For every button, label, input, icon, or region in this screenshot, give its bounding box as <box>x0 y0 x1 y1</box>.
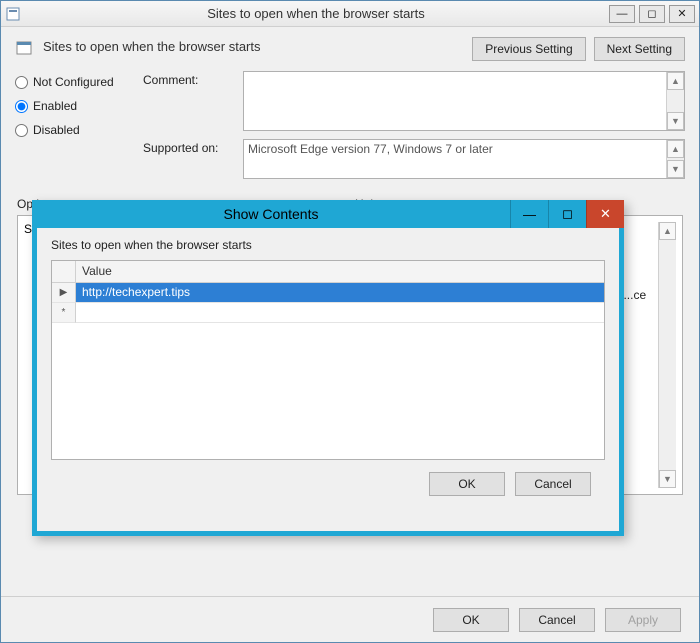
radio-enabled-input[interactable] <box>15 100 28 113</box>
grid-corner <box>52 261 76 282</box>
modal-titlebar: Show Contents — ◻ ✕ <box>32 200 624 228</box>
row-indicator-icon: ▶ <box>52 283 76 303</box>
comment-scrollbar[interactable]: ▲ ▼ <box>666 72 684 130</box>
scroll-up-icon[interactable]: ▲ <box>659 222 676 240</box>
modal-cancel-button[interactable]: Cancel <box>515 472 591 496</box>
policy-name-label: Sites to open when the browser starts <box>43 37 462 54</box>
supported-on-value: Microsoft Edge version 77, Windows 7 or … <box>244 140 666 178</box>
comment-value[interactable] <box>244 72 666 130</box>
modal-title: Show Contents <box>32 206 510 222</box>
radio-disabled-label: Disabled <box>33 123 80 137</box>
modal-minimize-button[interactable]: — <box>510 200 548 228</box>
policy-icon <box>15 39 33 57</box>
radio-enabled[interactable]: Enabled <box>15 99 125 113</box>
minimize-button[interactable]: — <box>609 5 635 23</box>
supported-on-label: Supported on: <box>143 139 233 179</box>
modal-caption: Sites to open when the browser starts <box>51 238 605 252</box>
window-title: Sites to open when the browser starts <box>27 6 605 21</box>
supported-scrollbar[interactable]: ▲ ▼ <box>666 140 684 178</box>
radio-not-configured-label: Not Configured <box>33 75 114 89</box>
radio-not-configured-input[interactable] <box>15 76 28 89</box>
state-radio-group: Not Configured Enabled Disabled <box>15 71 125 179</box>
value-cell[interactable] <box>76 303 604 323</box>
help-scrollbar[interactable]: ▲ ▼ <box>658 222 676 488</box>
value-grid[interactable]: Value ▶ http://techexpert.tips * <box>51 260 605 460</box>
next-setting-button[interactable]: Next Setting <box>594 37 685 61</box>
radio-disabled-input[interactable] <box>15 124 28 137</box>
apply-button[interactable]: Apply <box>605 608 681 632</box>
modal-ok-button[interactable]: OK <box>429 472 505 496</box>
scroll-down-icon[interactable]: ▼ <box>667 112 684 130</box>
radio-enabled-label: Enabled <box>33 99 77 113</box>
scroll-up-icon[interactable]: ▲ <box>667 72 684 90</box>
column-header-value[interactable]: Value <box>76 261 604 282</box>
cancel-button[interactable]: Cancel <box>519 608 595 632</box>
radio-not-configured[interactable]: Not Configured <box>15 75 125 89</box>
titlebar: Sites to open when the browser starts — … <box>1 1 699 27</box>
scroll-down-icon[interactable]: ▼ <box>667 160 684 178</box>
scroll-up-icon[interactable]: ▲ <box>667 140 684 158</box>
supported-on-box: Microsoft Edge version 77, Windows 7 or … <box>243 139 685 179</box>
modal-close-button[interactable]: ✕ <box>586 200 624 228</box>
maximize-button[interactable]: ◻ <box>639 5 665 23</box>
app-icon <box>5 6 21 22</box>
radio-disabled[interactable]: Disabled <box>15 123 125 137</box>
previous-setting-button[interactable]: Previous Setting <box>472 37 585 61</box>
comment-textarea[interactable]: ▲ ▼ <box>243 71 685 131</box>
scroll-down-icon[interactable]: ▼ <box>659 470 676 488</box>
table-row[interactable]: ▶ http://techexpert.tips <box>52 283 604 303</box>
close-button[interactable]: ✕ <box>669 5 695 23</box>
modal-maximize-button[interactable]: ◻ <box>548 200 586 228</box>
show-contents-dialog: Show Contents — ◻ ✕ Sites to open when t… <box>32 200 624 536</box>
table-row[interactable]: * <box>52 303 604 323</box>
value-cell[interactable]: http://techexpert.tips <box>76 283 604 303</box>
dialog-button-bar: OK Cancel Apply <box>1 596 699 642</box>
comment-label: Comment: <box>143 71 233 131</box>
ok-button[interactable]: OK <box>433 608 509 632</box>
new-row-icon: * <box>52 303 76 323</box>
